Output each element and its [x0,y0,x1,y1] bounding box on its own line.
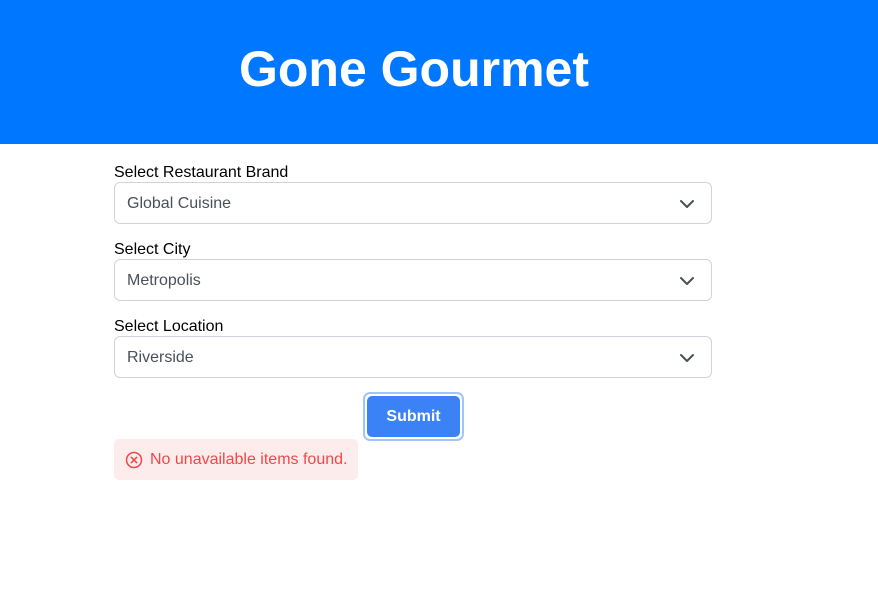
chevron-down-icon [680,354,694,362]
brand-select[interactable]: Global Cuisine [114,182,712,224]
submit-button-focus-ring: Submit [363,392,464,441]
app-header: Gone Gourmet [0,0,878,144]
brand-select-label: Select Restaurant Brand [114,164,289,181]
location-select-value: Riverside [127,349,194,366]
location-select[interactable]: Riverside [114,336,712,378]
submit-button[interactable]: Submit [367,396,460,437]
chevron-down-icon [680,277,694,285]
x-circle-icon [125,451,143,469]
chevron-down-icon [680,200,694,208]
city-select-value: Metropolis [127,272,201,289]
error-alert: No unavailable items found. [114,439,358,480]
city-select[interactable]: Metropolis [114,259,712,301]
location-select-label: Select Location [114,318,224,335]
app-title: Gone Gourmet [238,41,590,97]
brand-select-value: Global Cuisine [127,195,232,212]
alert-message: No unavailable items found. [150,451,348,468]
city-select-label: Select City [114,241,191,258]
